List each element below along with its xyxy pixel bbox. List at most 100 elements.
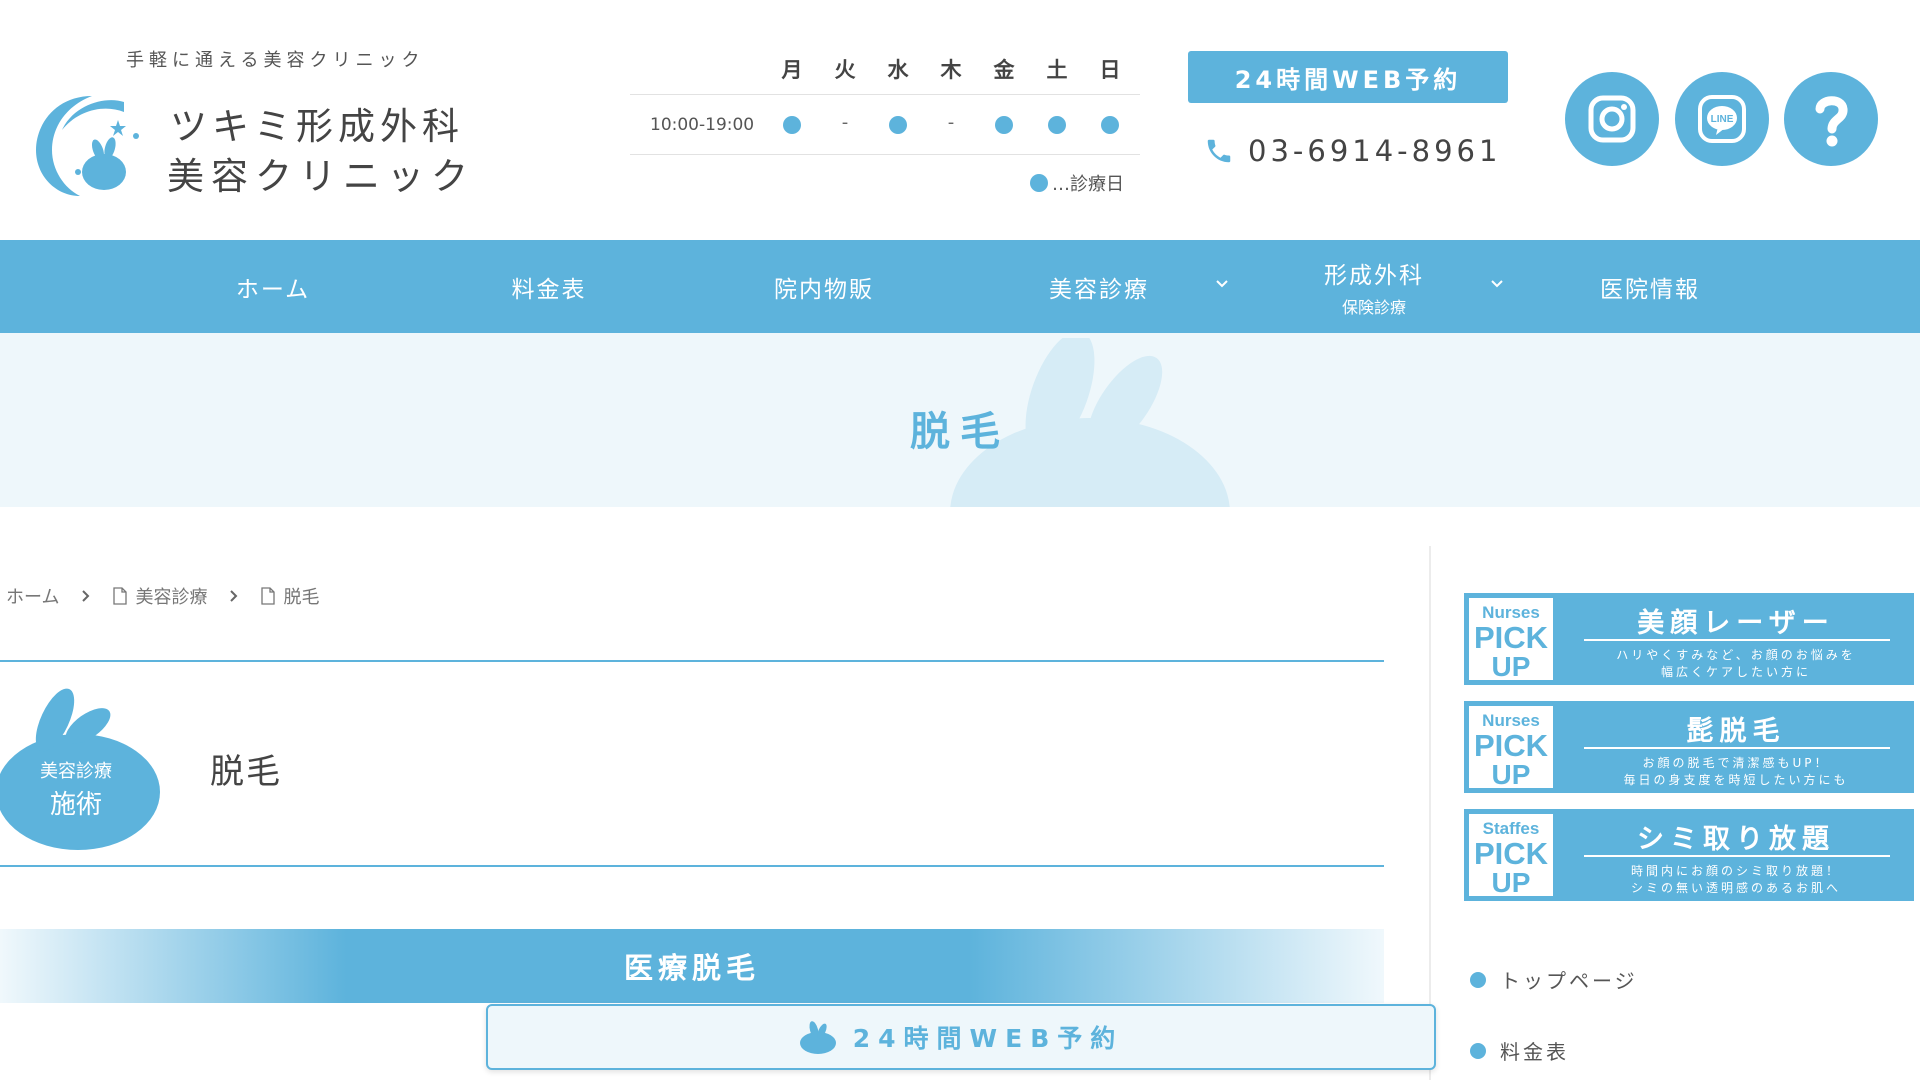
nav-label: 形成外科 [1324,262,1424,289]
day-thu: 木 [940,58,962,82]
chevron-right-icon [82,590,90,602]
bullet-dot-icon [1470,971,1486,988]
pickup-badge-bottom: UP [1491,651,1531,682]
banner-desc-line: お顔の脱毛で清潔感もUP！ [1642,756,1830,770]
banner-desc-line: ハリやくすみなど、お顔のお悩みを [1616,648,1856,662]
banner-title: 美顔レーザー [1637,608,1835,639]
banner-desc-line: 時間内にお顔のシミ取り放題！ [1630,864,1841,878]
banner-description: ハリやくすみなど、お顔のお悩みを 幅広くケアしたい方に [1566,647,1906,681]
badge-type: 施術 [49,790,102,820]
phone-icon [1207,139,1231,163]
sidebar-link-label: トップページ [1500,969,1638,993]
document-icon [261,587,276,605]
schedule-divider [630,94,1140,95]
badge-category: 美容診療 [40,761,112,782]
closed-day-mark: - [947,112,955,133]
page-hero: 脱毛 [0,333,1920,507]
nav-item-price-list[interactable]: 料金表 [454,240,644,333]
day-tue: 火 [834,58,856,82]
legend-label: …診療日 [1052,174,1124,195]
day-sun: 日 [1099,58,1121,82]
pickup-banner-spot-removal[interactable]: Staffes PICK UP シミ取り放題 時間内にお顔のシミ取り放題！ シミ… [1464,809,1914,901]
web-booking-button[interactable]: 24時間WEB予約 [1188,51,1508,103]
sidebar-link-top-page[interactable]: トップページ [1470,965,1638,994]
clinic-tagline: 手軽に通える美容クリニック [126,50,425,71]
closed-day-mark: - [841,112,849,133]
section-heading: 医療脱毛 [0,929,1384,1003]
chevron-down-icon[interactable] [1489,276,1505,292]
pickup-banner-facial-laser[interactable]: Nurses PICK UP 美顔レーザー ハリやくすみなど、お顔のお悩みを 幅… [1464,593,1914,685]
clinic-logo-icon[interactable] [34,90,149,200]
banner-desc-line: シミの無い透明感のあるお肌へ [1630,881,1841,895]
nav-label: 料金表 [511,276,587,303]
pickup-badge-bottom: UP [1491,867,1531,898]
open-day-dot-icon [889,116,907,134]
banner-title: 髭脱毛 [1686,716,1786,747]
breadcrumb-category[interactable]: 美容診療 [113,583,207,609]
sidebar-divider [1429,546,1431,1080]
nav-label: 医院情報 [1600,276,1700,303]
section-heading-text: 医療脱毛 [623,951,760,985]
pickup-badge-mid: PICK [1473,728,1549,763]
open-day-dot-icon [1048,116,1066,134]
main-nav: ホーム 料金表 院内物販 美容診療 形成外科 保険診療 医院情報 [0,240,1920,333]
bullet-dot-icon [1470,1042,1486,1059]
pickup-badge-top: Nurses [1482,603,1540,622]
nav-label: ホーム [235,276,311,303]
banner-desc-line: 毎日の身支度を時短したい方にも [1623,773,1849,787]
svg-text:LINE: LINE [1711,114,1734,125]
document-icon [113,587,128,605]
schedule-hours: 10:00-19:00 [650,115,755,135]
day-sat: 土 [1046,58,1068,82]
nav-sublabel: 保険診療 [1341,297,1406,317]
floating-web-booking-button[interactable]: 24時間WEB予約 [486,1004,1436,1070]
nav-item-clinic-info[interactable]: 医院情報 [1555,240,1745,333]
rabbit-icon [799,1021,836,1054]
chevron-down-icon[interactable] [1214,276,1230,292]
pickup-badge-mid: PICK [1473,620,1549,655]
pickup-badge-bottom: UP [1491,759,1531,790]
nav-item-products[interactable]: 院内物販 [729,240,919,333]
day-wed: 水 [887,58,909,82]
hero-title: 脱毛 [910,409,1010,455]
breadcrumb: ホーム 美容診療 脱毛 [6,583,319,609]
breadcrumb-category-label: 美容診療 [135,587,208,608]
open-day-dot-icon [783,116,801,134]
nav-item-plastic-surgery[interactable]: 形成外科 保険診療 [1279,240,1469,333]
help-icon[interactable] [1784,72,1878,166]
sidebar-link-label: 料金表 [1500,1040,1569,1064]
pickup-badge-mid: PICK [1473,836,1549,871]
phone-number[interactable]: 03-6914-8961 [1204,134,1501,168]
pickup-badge: Nurses PICK UP [1468,597,1554,681]
clinic-name-line1: ツキミ形成外科 [170,105,464,148]
day-fri: 金 [993,58,1015,82]
banner-rule [1584,747,1890,749]
sidebar-link-price-list[interactable]: 料金表 [1470,1036,1569,1065]
breadcrumb-home[interactable]: ホーム [6,583,59,609]
nav-label: 院内物販 [774,276,874,303]
pickup-badge-top: Staffes [1482,819,1540,838]
breadcrumb-current-label: 脱毛 [283,587,320,608]
chevron-right-icon [230,590,238,602]
nav-label: 美容診療 [1049,276,1149,303]
instagram-icon[interactable] [1565,72,1659,166]
title-rule-bottom [0,865,1384,867]
open-day-dot-icon [1030,174,1048,192]
title-rule-top [0,660,1384,662]
pickup-banner-beard-removal[interactable]: Nurses PICK UP 髭脱毛 お顔の脱毛で清潔感もUP！ 毎日の身支度を… [1464,701,1914,793]
banner-rule [1584,855,1890,857]
banner-title: シミ取り放題 [1637,824,1835,855]
pickup-badge: Staffes PICK UP [1468,813,1554,897]
open-day-dot-icon [1101,116,1119,134]
schedule-legend: …診療日 [1030,170,1124,196]
pickup-badge: Nurses PICK UP [1468,705,1554,789]
banner-rule [1584,639,1890,641]
open-day-dot-icon [995,116,1013,134]
line-icon[interactable]: LINE [1675,72,1769,166]
nav-item-home[interactable]: ホーム [178,240,368,333]
day-mon: 月 [781,58,803,82]
banner-description: お顔の脱毛で清潔感もUP！ 毎日の身支度を時短したい方にも [1566,755,1906,789]
page-title: 脱毛 [210,752,282,792]
nav-item-cosmetic[interactable]: 美容診療 [1004,240,1194,333]
schedule-divider [630,154,1140,155]
